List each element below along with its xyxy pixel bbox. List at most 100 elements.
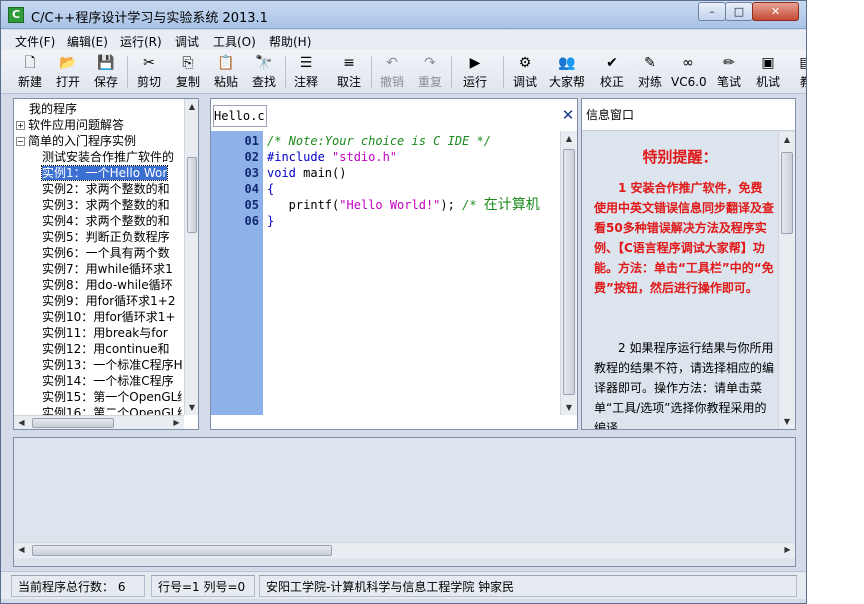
program-tree[interactable]: 我的程序 + 软件应用问题解答 − 简单的入门程序实例 测试安装合作推广软件的 实例1：一个…: [13, 98, 199, 430]
menu-edit[interactable]: 编辑(E): [67, 33, 108, 50]
toolbar-separator: [127, 56, 128, 88]
close-editor-icon[interactable]: ✕: [560, 107, 576, 123]
tree-horizontal-scrollbar[interactable]: ◀ ▶: [14, 415, 184, 429]
close-window-button[interactable]: ✕: [752, 2, 799, 21]
tree-scroll-thumb[interactable]: [187, 157, 197, 233]
menu-debug[interactable]: 调试: [175, 33, 199, 50]
output-scroll-right-icon[interactable]: ▶: [780, 543, 795, 558]
toolbar-button-11[interactable]: ▶ 运行: [457, 52, 493, 92]
tree-item[interactable]: 实例6：一个具有两个数: [14, 245, 182, 261]
info-vertical-scrollbar[interactable]: ▲ ▼: [778, 132, 795, 429]
tree-item[interactable]: 实例1：一个Hello Wor: [14, 165, 182, 181]
tree-item[interactable]: 实例2：求两个整数的和: [14, 181, 182, 197]
tree-item[interactable]: + 软件应用问题解答: [14, 117, 182, 133]
code-line: /* Note:Your choice is C IDE */: [267, 133, 491, 149]
menu-tools[interactable]: 工具(O): [213, 33, 256, 50]
editor-scroll-down-icon[interactable]: ▼: [561, 400, 577, 415]
tree-item[interactable]: 实例12：用continue和: [14, 341, 182, 357]
info-scroll-down-icon[interactable]: ▼: [779, 414, 795, 429]
code-text-area[interactable]: /* Note:Your choice is C IDE */#include …: [267, 131, 557, 415]
tree-item-label: 实例4：求两个整数的和: [42, 214, 170, 228]
tree-vertical-scrollbar[interactable]: ▲ ▼: [184, 99, 198, 415]
scroll-left-arrow-icon[interactable]: ◀: [14, 416, 29, 429]
run-triangle-icon: ▶: [469, 55, 481, 71]
output-horizontal-scrollbar[interactable]: ◀ ▶: [14, 542, 795, 558]
toolbar-button-16[interactable]: ∞ VC6.0: [671, 52, 707, 92]
tree-item[interactable]: 实例10：用for循环求1+: [14, 309, 182, 325]
tree-item[interactable]: 实例14：一个标准C程序: [14, 373, 182, 389]
minimize-button[interactable]: –: [698, 2, 726, 21]
code-token: /* Note:Your choice is C IDE */: [267, 134, 491, 148]
scroll-up-arrow-icon[interactable]: ▲: [185, 99, 198, 114]
output-scroll-left-icon[interactable]: ◀: [14, 543, 29, 558]
toolbar-button-7[interactable]: ☰ 注释: [291, 52, 321, 92]
maximize-button[interactable]: □: [725, 2, 753, 21]
code-token: #include: [267, 150, 333, 164]
toolbar-button-8[interactable]: ≡ 取注: [334, 52, 364, 92]
tree-item[interactable]: 测试安装合作推广软件的: [14, 149, 182, 165]
code-token: void: [267, 166, 296, 180]
menu-help[interactable]: 帮助(H): [269, 33, 311, 50]
editor-file-tab[interactable]: Hello.c: [213, 105, 267, 127]
toolbar-button-1[interactable]: 📂 打开: [53, 52, 83, 92]
toolbar-button-12[interactable]: ⚙ 调试: [510, 52, 540, 92]
tree-item[interactable]: 实例3：求两个整数的和: [14, 197, 182, 213]
editor-scroll-up-icon[interactable]: ▲: [561, 131, 577, 146]
toolbar-button-18[interactable]: ▣ 机试: [753, 52, 783, 92]
tree-item[interactable]: 实例13：一个标准C程序H: [14, 357, 182, 373]
tree-item-label: 简单的入门程序实例: [28, 134, 137, 148]
toolbar-button-9[interactable]: ↶ 撤销: [377, 52, 407, 92]
toolbar-button-17[interactable]: ✏ 笔试: [714, 52, 744, 92]
menu-run[interactable]: 运行(R): [120, 33, 162, 50]
tree-hscroll-thumb[interactable]: [32, 418, 114, 428]
reminder-paragraph-2: 2 如果程序运行结果与你所用教程的结果不符，请选择相应的编译器即可。操作方法：请…: [594, 341, 775, 429]
tree-item-label: 我的程序: [29, 102, 78, 116]
line-number: 03: [244, 166, 259, 180]
toolbar-button-4[interactable]: ⎘ 复制: [173, 52, 203, 92]
collapse-minus-icon[interactable]: −: [16, 137, 25, 146]
scroll-right-arrow-icon[interactable]: ▶: [169, 416, 184, 429]
status-cursor-position: 行号=1 列号=0: [151, 575, 255, 597]
toolbar-button-10[interactable]: ↷ 重复: [415, 52, 445, 92]
undo-icon: ↶: [386, 55, 398, 71]
code-line: }: [267, 213, 274, 229]
tree-item[interactable]: 实例11：用break与for: [14, 325, 182, 341]
tree-item[interactable]: 实例9：用for循环求1+2: [14, 293, 182, 309]
toolbar-button-13[interactable]: 👥 大家帮: [547, 52, 587, 92]
info-scroll-up-icon[interactable]: ▲: [779, 132, 795, 147]
scroll-down-arrow-icon[interactable]: ▼: [185, 400, 198, 415]
editor-vertical-scrollbar[interactable]: ▲ ▼: [560, 131, 577, 415]
toolbar-button-3[interactable]: ✂ 剪切: [134, 52, 164, 92]
title-bar[interactable]: C C/C++程序设计学习与实验系统 2013.1 – □ ✕: [1, 1, 806, 29]
tree-item-label: 软件应用问题解答: [28, 118, 125, 132]
tree-item[interactable]: 实例5：判断正负数程序: [14, 229, 182, 245]
tree-item[interactable]: 实例7：用while循环求1: [14, 261, 182, 277]
info-scroll-thumb[interactable]: [781, 152, 793, 234]
toolbar-button-14[interactable]: ✔ 校正: [597, 52, 627, 92]
reminder-heading: 特别提醒：: [642, 148, 718, 166]
toolbar-button-5[interactable]: 📋 粘贴: [211, 52, 241, 92]
tree-item[interactable]: − 简单的入门程序实例: [14, 133, 182, 149]
toolbar-button-6[interactable]: 🔭 查找: [249, 52, 279, 92]
toolbar-button-0[interactable]: 🗋 新建: [15, 52, 45, 92]
menu-file[interactable]: 文件(F): [15, 33, 55, 50]
output-pane[interactable]: ◀ ▶: [13, 437, 796, 567]
toolbar-button-19[interactable]: ▤教: [791, 52, 806, 92]
comment-lines-icon: ☰: [299, 55, 313, 71]
tree-item[interactable]: 实例4：求两个整数的和: [14, 213, 182, 229]
tree-item[interactable]: 实例15：第一个OpenGL绘: [14, 389, 182, 405]
code-editor-pane: Hello.c ✕ 01 02 03 04 05 06 /* Note:Your choi…: [210, 98, 578, 430]
tree-item-label: 实例12：用continue和: [42, 342, 170, 356]
expand-plus-icon[interactable]: +: [16, 121, 25, 130]
output-hscroll-thumb[interactable]: [32, 545, 332, 556]
status-bar: 当前程序总行数： 6 行号=1 列号=0 安阳工学院-计算机科学与信息工程学院 …: [1, 571, 806, 599]
editor-scroll-thumb[interactable]: [563, 149, 575, 395]
toolbar-button-2[interactable]: 💾 保存: [91, 52, 121, 92]
toolbar-button-15[interactable]: ✎ 对练: [635, 52, 665, 92]
tree-item-label: 实例3：求两个整数的和: [42, 198, 170, 212]
reminder-paragraph-1: 1 安装合作推广软件，免费使用中英文错误信息同步翻译及查看50多种错误解决方法及…: [594, 181, 775, 295]
tree-item[interactable]: 我的程序: [14, 101, 182, 117]
line-number-gutter: 01 02 03 04 05 06: [211, 131, 263, 415]
vc6-infinity-icon: ∞: [682, 55, 694, 71]
tree-item[interactable]: 实例8：用do-while循环: [14, 277, 182, 293]
